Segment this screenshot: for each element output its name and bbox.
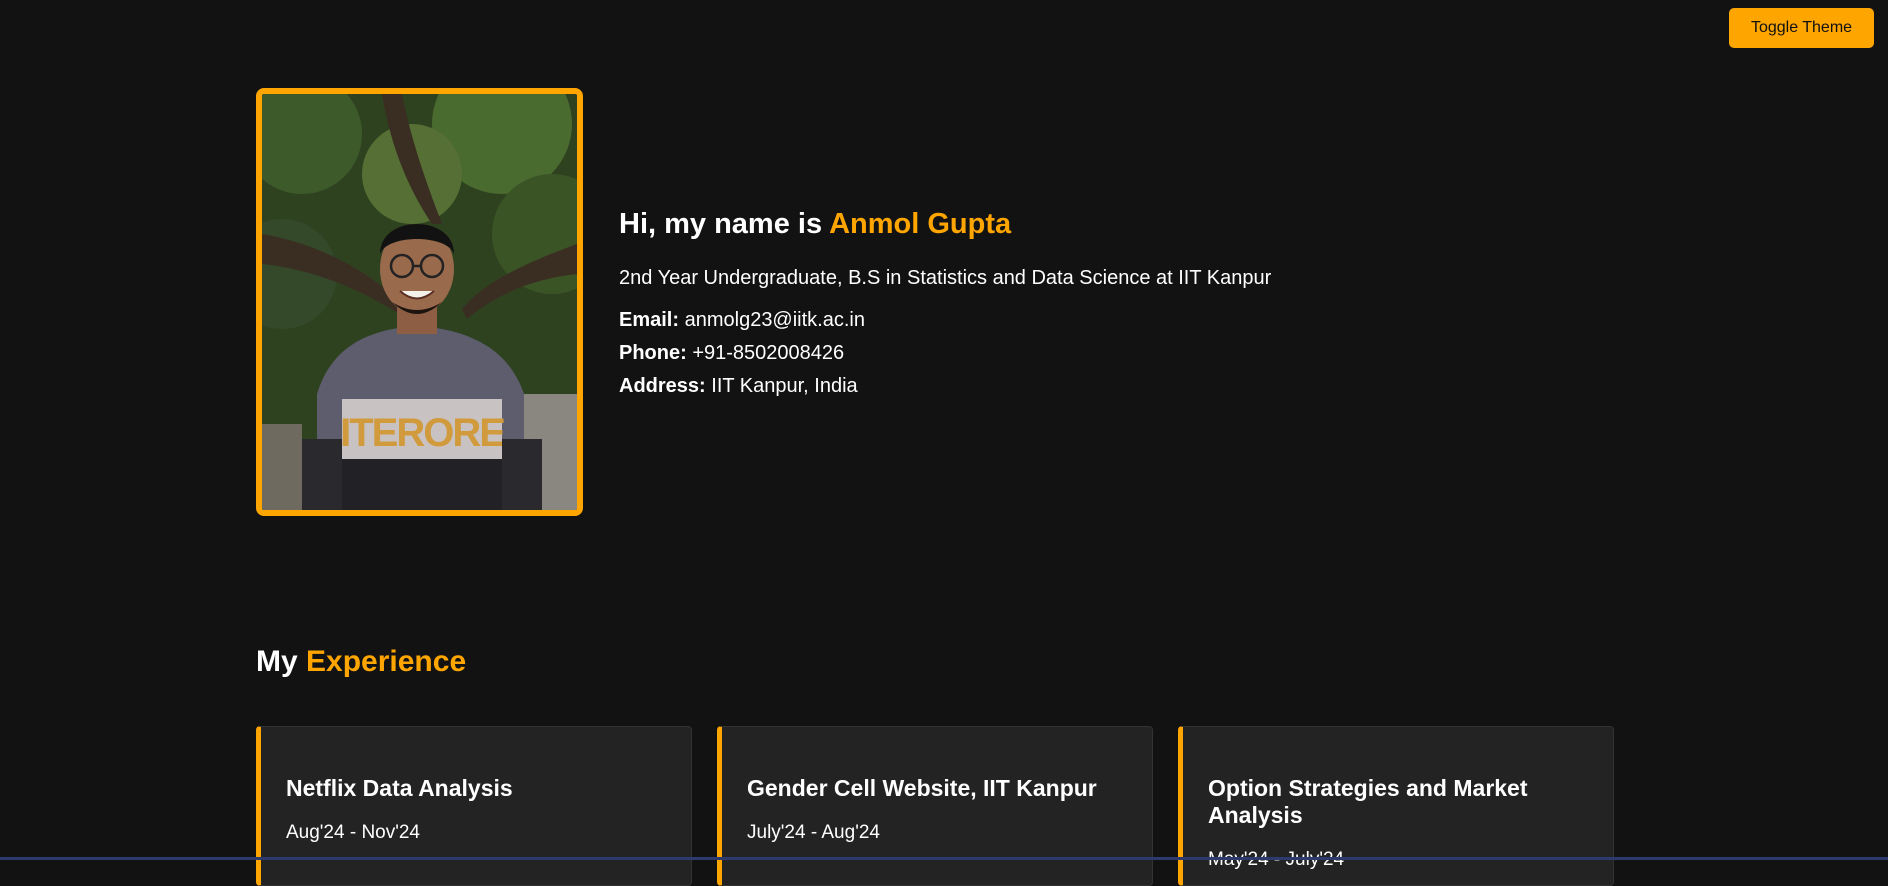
experience-section-title: My Experience [256, 645, 466, 679]
toggle-theme-button[interactable]: Toggle Theme [1729, 8, 1874, 48]
person-name: Anmol Gupta [829, 208, 1012, 240]
experience-cards: Netflix Data Analysis Aug'24 - Nov'24 Ge… [256, 726, 1614, 886]
contact-phone: Phone: +91-8502008426 [619, 341, 1271, 365]
experience-card-date: Aug'24 - Nov'24 [286, 822, 421, 843]
experience-card-title: Gender Cell Website, IIT Kanpur [747, 775, 1097, 801]
contact-email-label: Email: [619, 309, 680, 331]
contact-phone-label: Phone: [619, 342, 687, 364]
contact-info: Email: anmolg23@iitk.ac.in Phone: +91-85… [619, 308, 1271, 398]
contact-email-value: anmolg23@iitk.ac.in [684, 309, 865, 331]
hero-subtitle: 2nd Year Undergraduate, B.S in Statistic… [619, 267, 1272, 289]
hero-section: ITERORE Hi, my name is Anmol Gupta 2nd Y… [256, 88, 1271, 516]
greeting-text: Hi, my name is [619, 208, 823, 240]
contact-address-label: Address: [619, 375, 706, 397]
experience-card-date: May'24 - July'24 [1208, 849, 1588, 871]
experience-title-accent: Experience [306, 645, 467, 678]
experience-card[interactable]: Option Strategies and Market Analysis Ma… [1178, 726, 1614, 886]
svg-text:ITERORE: ITERORE [340, 411, 505, 455]
experience-card-title: Netflix Data Analysis [286, 775, 513, 801]
experience-card-date: July'24 - Aug'24 [747, 822, 880, 843]
profile-photo: ITERORE [256, 88, 583, 516]
experience-title-prefix: My [256, 645, 298, 678]
hero-heading: Hi, my name is Anmol Gupta [619, 208, 1271, 241]
contact-email: Email: anmolg23@iitk.ac.in [619, 308, 1271, 332]
experience-card[interactable]: Netflix Data Analysis Aug'24 - Nov'24 [256, 726, 692, 886]
experience-card[interactable]: Gender Cell Website, IIT Kanpur July'24 … [717, 726, 1153, 886]
experience-card-title: Option Strategies and Market Analysis [1208, 775, 1528, 828]
contact-phone-value: +91-8502008426 [692, 342, 845, 364]
contact-address-value: IIT Kanpur, India [711, 375, 858, 397]
hero-intro: Hi, my name is Anmol Gupta 2nd Year Unde… [619, 208, 1271, 407]
profile-photo-illustration: ITERORE [262, 94, 577, 510]
contact-address: Address: IIT Kanpur, India [619, 374, 1271, 398]
